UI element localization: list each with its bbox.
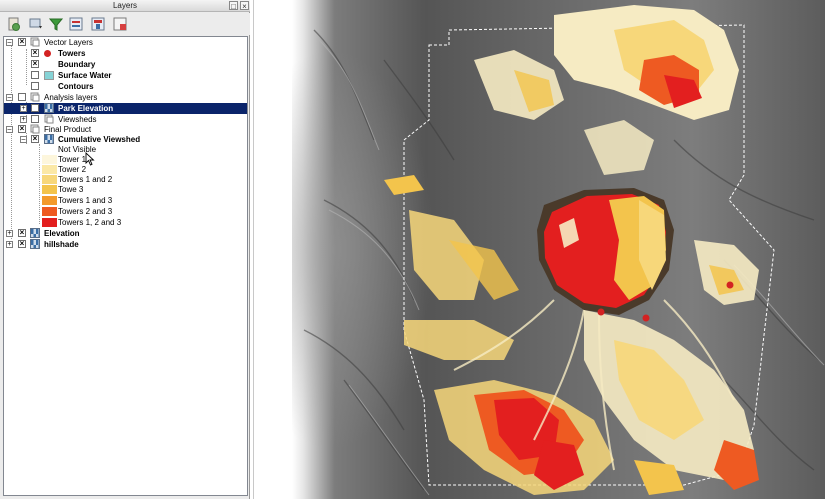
legend-swatch bbox=[42, 207, 57, 216]
collapse-toggle[interactable]: – bbox=[20, 136, 27, 143]
map-margin bbox=[254, 0, 292, 499]
layers-panel: Layers □ × – × Vector Layers × Towers × … bbox=[0, 0, 250, 499]
visibility-checkbox[interactable] bbox=[31, 82, 39, 90]
funnel-icon[interactable] bbox=[48, 16, 64, 32]
group-label: Vector Layers bbox=[44, 38, 93, 47]
layer-towers[interactable]: × Towers bbox=[4, 48, 247, 59]
map-canvas[interactable] bbox=[253, 0, 825, 499]
visibility-checkbox[interactable] bbox=[31, 104, 39, 112]
visibility-checkbox[interactable]: × bbox=[18, 125, 26, 133]
group-icon bbox=[30, 37, 40, 47]
legend-swatch bbox=[42, 185, 57, 194]
collapse-toggle[interactable]: – bbox=[6, 39, 13, 46]
expand-all-icon[interactable] bbox=[68, 16, 84, 32]
layer-label: Towers bbox=[58, 49, 86, 58]
filter-icon[interactable] bbox=[28, 16, 44, 32]
legend-swatch bbox=[42, 175, 57, 184]
panel-title: Layers bbox=[112, 1, 137, 10]
open-layer-icon[interactable] bbox=[6, 16, 22, 32]
raster-icon bbox=[44, 134, 54, 144]
layer-label: Boundary bbox=[58, 60, 96, 69]
raster-icon bbox=[30, 228, 40, 238]
legend-label: Towers 1 and 3 bbox=[58, 196, 113, 205]
expand-toggle[interactable]: + bbox=[20, 116, 27, 123]
layer-label: Surface Water bbox=[58, 71, 112, 80]
layer-tree: – × Vector Layers × Towers × Boundary Su… bbox=[3, 36, 248, 496]
visibility-checkbox[interactable]: × bbox=[18, 38, 26, 46]
raster-icon bbox=[44, 103, 54, 113]
legend-label: Towe 3 bbox=[58, 185, 84, 194]
point-symbol-icon bbox=[44, 50, 51, 57]
collapse-toggle[interactable]: – bbox=[6, 94, 13, 101]
tower-point[interactable] bbox=[642, 314, 650, 322]
visibility-checkbox[interactable]: × bbox=[18, 240, 26, 248]
group-icon bbox=[30, 92, 40, 102]
visibility-checkbox[interactable] bbox=[31, 71, 39, 79]
group-icon bbox=[30, 124, 40, 134]
legend-item: Towers 2 and 3 bbox=[4, 206, 247, 217]
expand-toggle[interactable]: + bbox=[6, 241, 13, 248]
visibility-checkbox[interactable] bbox=[31, 115, 39, 123]
expand-toggle[interactable]: + bbox=[6, 230, 13, 237]
panel-titlebar: Layers □ × bbox=[0, 0, 250, 12]
expand-toggle[interactable]: + bbox=[20, 105, 27, 112]
legend-item: Towers 1, 2 and 3 bbox=[4, 217, 247, 228]
polygon-symbol-icon bbox=[44, 71, 54, 80]
legend-swatch bbox=[42, 155, 57, 164]
legend-swatch bbox=[42, 196, 57, 205]
close-panel-button[interactable]: × bbox=[240, 1, 249, 11]
layer-hillshade[interactable]: + × hillshade bbox=[4, 239, 247, 250]
legend-label: Towers 1, 2 and 3 bbox=[58, 218, 122, 227]
group-icon bbox=[44, 114, 54, 124]
legend-swatch bbox=[42, 165, 57, 174]
tower-point[interactable] bbox=[726, 281, 734, 289]
collapse-toggle[interactable]: – bbox=[6, 126, 13, 133]
legend-swatch bbox=[42, 218, 57, 227]
visibility-checkbox[interactable]: × bbox=[31, 135, 39, 143]
map-render[interactable] bbox=[254, 0, 825, 499]
remove-layer-icon[interactable] bbox=[112, 16, 128, 32]
layer-boundary[interactable]: × Boundary bbox=[4, 59, 247, 70]
legend-item: Towers 1 and 3 bbox=[4, 195, 247, 206]
layer-label: Park Elevation bbox=[58, 104, 114, 113]
legend-item: Towe 3 bbox=[4, 184, 247, 195]
layer-surface-water[interactable]: Surface Water bbox=[4, 70, 247, 81]
layer-label: Elevation bbox=[44, 229, 80, 238]
raster-icon bbox=[30, 239, 40, 249]
group-vector-layers[interactable]: – × Vector Layers bbox=[4, 37, 247, 48]
layer-label: Contours bbox=[58, 82, 94, 91]
layer-contours[interactable]: Contours bbox=[4, 81, 247, 92]
group-analysis-layers[interactable]: – Analysis layers bbox=[4, 92, 247, 103]
visibility-checkbox[interactable] bbox=[18, 93, 26, 101]
layers-toolbar bbox=[0, 13, 250, 35]
group-label: Analysis layers bbox=[44, 93, 98, 102]
float-panel-button[interactable]: □ bbox=[229, 1, 238, 11]
visibility-checkbox[interactable]: × bbox=[18, 229, 26, 237]
tower-point[interactable] bbox=[597, 308, 605, 316]
legend-swatch bbox=[42, 145, 57, 154]
collapse-all-icon[interactable] bbox=[90, 16, 106, 32]
layer-elevation[interactable]: + × Elevation bbox=[4, 228, 247, 239]
visibility-checkbox[interactable]: × bbox=[31, 60, 39, 68]
visibility-checkbox[interactable]: × bbox=[31, 49, 39, 57]
legend-label: Towers 2 and 3 bbox=[58, 207, 113, 216]
layer-label: hillshade bbox=[44, 240, 79, 249]
layer-park-elevation[interactable]: + Park Elevation bbox=[4, 103, 247, 114]
